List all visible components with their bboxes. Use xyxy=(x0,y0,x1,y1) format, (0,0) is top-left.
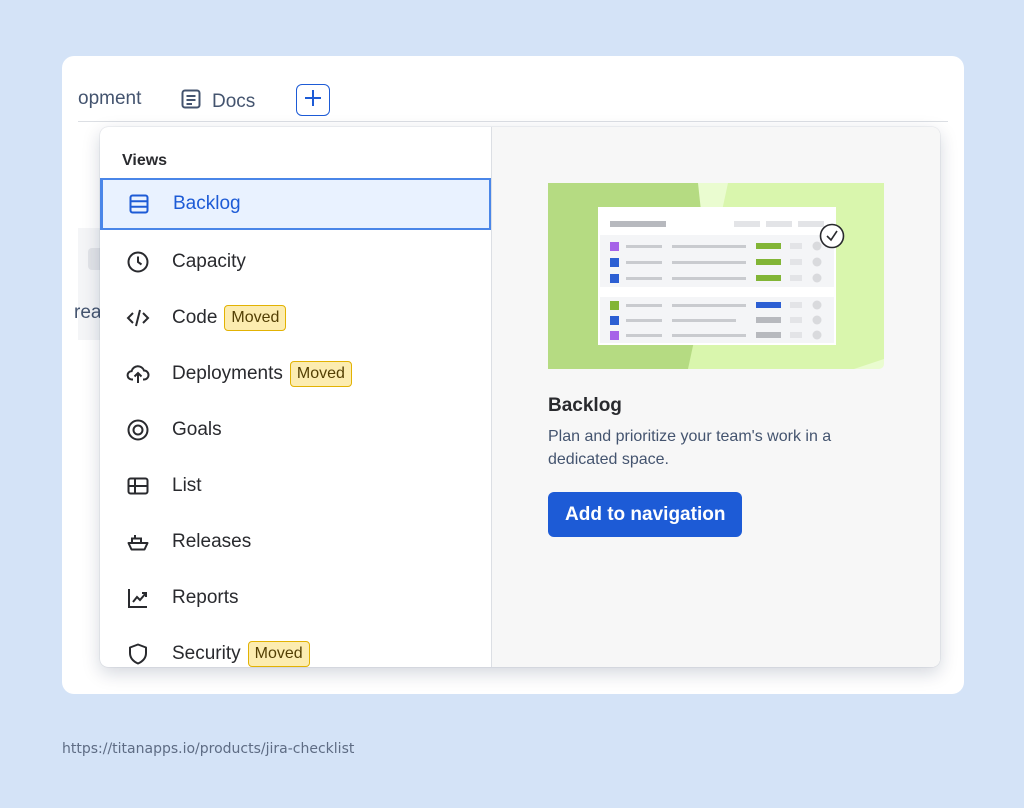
add-tab-button[interactable] xyxy=(296,84,330,116)
detail-title: Backlog xyxy=(548,395,622,416)
moved-badge: Moved xyxy=(224,305,287,331)
menu-item-goals[interactable]: Goals xyxy=(100,402,491,458)
menu-item-backlog[interactable]: Backlog xyxy=(100,178,491,230)
tab-docs-label: Docs xyxy=(212,91,256,112)
menu-item-list[interactable]: List xyxy=(100,458,491,514)
menu-item-label: Reports xyxy=(172,587,239,608)
add-to-navigation-button[interactable]: Add to navigation xyxy=(548,492,743,537)
menu-item-security[interactable]: Security Moved xyxy=(100,626,491,667)
ship-icon xyxy=(126,530,150,554)
plus-icon xyxy=(303,88,323,113)
tab-development[interactable]: opment xyxy=(78,88,141,110)
view-detail-panel: Backlog Plan and prioritize your team's … xyxy=(492,127,940,667)
menu-item-label: Capacity xyxy=(172,251,246,272)
menu-item-label: Backlog xyxy=(173,193,241,214)
tab-strip: opment Docs xyxy=(78,82,948,122)
menu-item-capacity[interactable]: Capacity xyxy=(100,234,491,290)
document-icon xyxy=(180,88,202,116)
cloud-upload-icon xyxy=(126,362,150,386)
menu-item-label: Goals xyxy=(172,419,222,440)
menu-item-deployments[interactable]: Deployments Moved xyxy=(100,346,491,402)
chart-icon xyxy=(126,586,150,610)
source-url: https://titanapps.io/products/jira-check… xyxy=(62,741,355,757)
table-icon xyxy=(126,474,150,498)
menu-item-label: Security xyxy=(172,643,241,664)
menu-heading: Views xyxy=(122,152,168,169)
target-icon xyxy=(126,418,150,442)
tab-docs[interactable]: Docs xyxy=(180,88,255,116)
menu-item-reports[interactable]: Reports xyxy=(100,570,491,626)
moved-badge: Moved xyxy=(289,361,352,387)
menu-item-label: Releases xyxy=(172,531,252,552)
backlog-icon xyxy=(127,192,151,216)
shield-icon xyxy=(126,642,150,666)
menu-item-label: Deployments xyxy=(172,363,283,384)
views-dropdown: Views Backlog Capacity Code Moved Deploy… xyxy=(100,127,940,667)
views-menu: Views Backlog Capacity Code Moved Deploy… xyxy=(100,127,492,667)
backlog-illustration xyxy=(548,183,884,369)
detail-description: Plan and prioritize your team's work in … xyxy=(548,428,832,468)
menu-item-releases[interactable]: Releases xyxy=(100,514,491,570)
app-card: opment Docs rea Views Backlog Capacity C… xyxy=(62,56,964,694)
clock-icon xyxy=(126,250,150,274)
background-text: rea xyxy=(74,302,102,323)
menu-list: Backlog Capacity Code Moved Deployments … xyxy=(100,178,491,667)
moved-badge: Moved xyxy=(247,641,310,667)
menu-item-code[interactable]: Code Moved xyxy=(100,290,491,346)
menu-item-label: List xyxy=(172,475,202,496)
menu-item-label: Code xyxy=(172,307,218,328)
code-icon xyxy=(126,306,150,330)
